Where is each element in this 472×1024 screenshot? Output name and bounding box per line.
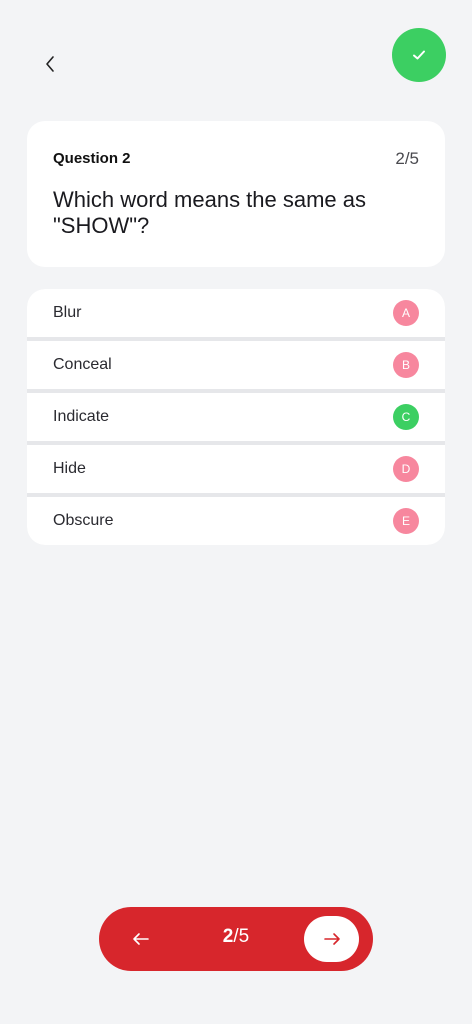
navigation-progress: 2/5 (204, 926, 268, 948)
question-navigation-bar: 2/5 (99, 907, 373, 971)
question-label: Question 2 (53, 150, 131, 167)
current-question-number: 2 (222, 926, 234, 947)
answer-letter-badge: A (393, 300, 419, 326)
answer-text: Blur (53, 304, 82, 321)
answer-text: Indicate (53, 408, 110, 425)
answer-option-c[interactable]: Indicate C (27, 393, 445, 441)
checkmark-icon (413, 50, 425, 60)
answer-text: Conceal (53, 356, 112, 373)
arrow-right-icon (323, 933, 340, 945)
back-button[interactable] (34, 48, 66, 80)
submit-answer-button[interactable] (392, 28, 446, 82)
question-progress: 2/5 (395, 149, 419, 168)
answer-option-a[interactable]: Blur A (27, 289, 445, 337)
answer-option-d[interactable]: Hide D (27, 445, 445, 493)
question-card: Question 2 2/5 Which word means the same… (27, 121, 445, 267)
answer-letter-badge: E (393, 508, 419, 534)
answer-letter-badge: D (393, 456, 419, 482)
answer-option-e[interactable]: Obscure E (27, 497, 445, 545)
question-text: Which word means the same as "SHOW"? (53, 187, 367, 238)
next-question-button[interactable] (304, 916, 359, 962)
answer-letter-badge-correct: C (393, 404, 419, 430)
answer-list: Blur A Conceal B Indicate C Hide D Obscu… (27, 289, 445, 545)
answer-text: Hide (53, 460, 86, 477)
chevron-left-icon (46, 56, 54, 72)
total-questions: 5 (238, 926, 250, 947)
answer-letter-badge: B (393, 352, 419, 378)
answer-text: Obscure (53, 512, 114, 529)
previous-question-button[interactable] (125, 923, 157, 955)
answer-option-b[interactable]: Conceal B (27, 341, 445, 389)
quiz-screen: Question 2 2/5 Which word means the same… (0, 0, 472, 1024)
arrow-left-icon (133, 933, 149, 945)
